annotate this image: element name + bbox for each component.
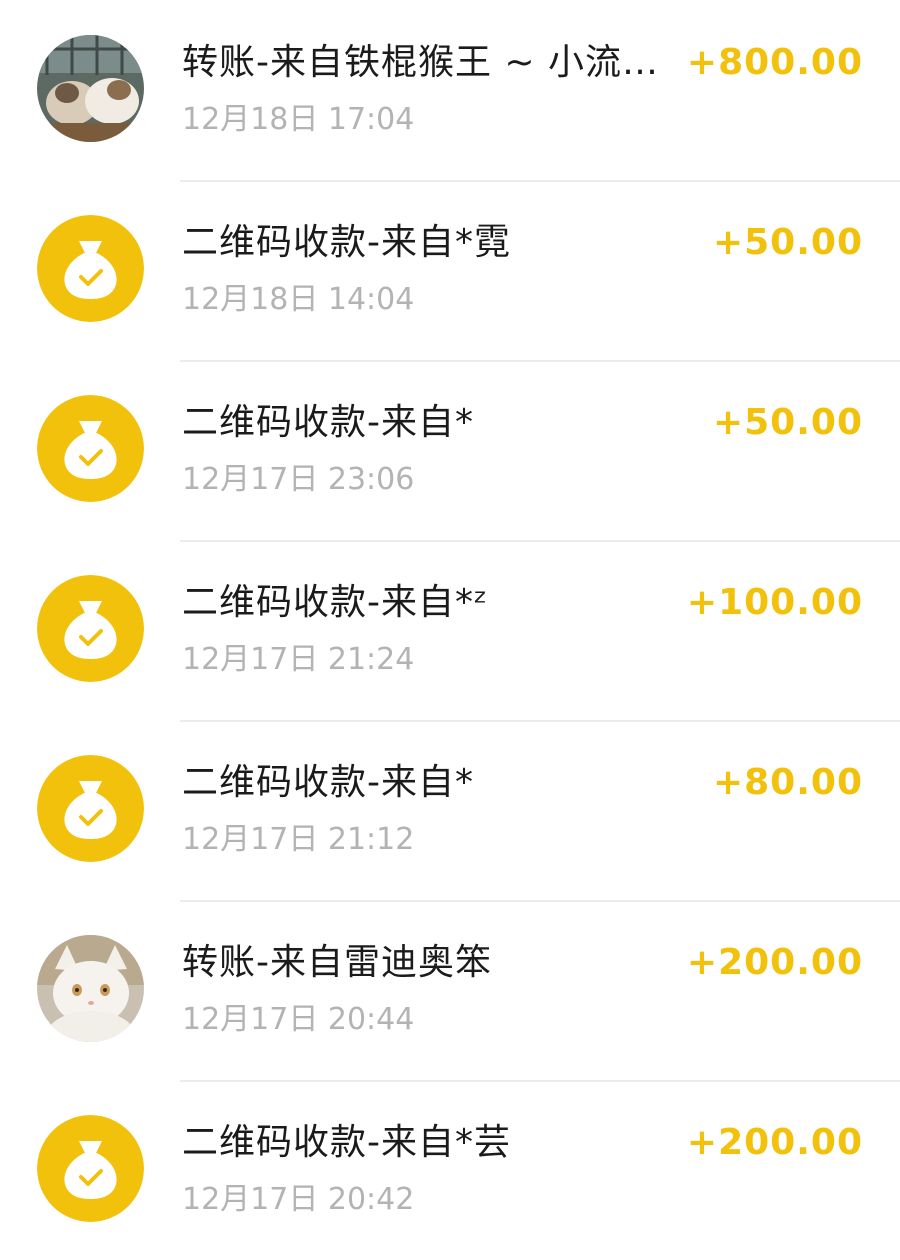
transaction-list: 转账-来自铁棍猴王 ~ 小流… 12月18日 17:04 +800.00 二维码… bbox=[0, 0, 900, 1235]
transaction-title: 二维码收款-来自*ᶻ bbox=[182, 582, 489, 623]
money-bag-check-icon bbox=[37, 575, 144, 682]
transaction-amount: +200.00 bbox=[686, 1122, 863, 1163]
transaction-time: 12月17日 21:24 bbox=[182, 642, 415, 677]
transaction-amount: +100.00 bbox=[686, 582, 863, 623]
money-bag-check-icon bbox=[37, 755, 144, 862]
cat-photo-avatar bbox=[37, 35, 144, 142]
transaction-time: 12月17日 23:06 bbox=[182, 462, 415, 497]
transaction-amount: +50.00 bbox=[712, 402, 863, 443]
money-bag-check-icon bbox=[37, 1115, 144, 1222]
transaction-time: 12月17日 21:12 bbox=[182, 822, 415, 857]
transaction-title: 二维码收款-来自* bbox=[182, 402, 474, 443]
transaction-title: 二维码收款-来自* bbox=[182, 762, 474, 803]
transaction-title: 转账-来自铁棍猴王 ~ 小流… bbox=[182, 42, 660, 83]
transaction-row[interactable]: 转账-来自雷迪奥笨 12月17日 20:44 +200.00 bbox=[0, 900, 900, 1082]
transaction-row[interactable]: 二维码收款-来自*ᶻ 12月17日 21:24 +100.00 bbox=[0, 540, 900, 722]
transaction-row[interactable]: 二维码收款-来自* 12月17日 23:06 +50.00 bbox=[0, 360, 900, 542]
transaction-row[interactable]: 二维码收款-来自*霓 12月18日 14:04 +50.00 bbox=[0, 180, 900, 362]
white-cat-photo-avatar bbox=[37, 935, 144, 1042]
transaction-row[interactable]: 二维码收款-来自*芸 12月17日 20:42 +200.00 bbox=[0, 1080, 900, 1260]
transaction-amount: +200.00 bbox=[686, 942, 863, 983]
transaction-time: 12月17日 20:44 bbox=[182, 1002, 415, 1037]
transaction-row[interactable]: 二维码收款-来自* 12月17日 21:12 +80.00 bbox=[0, 720, 900, 902]
transaction-time: 12月18日 14:04 bbox=[182, 282, 415, 317]
transaction-row[interactable]: 转账-来自铁棍猴王 ~ 小流… 12月18日 17:04 +800.00 bbox=[0, 0, 900, 182]
money-bag-check-icon bbox=[37, 215, 144, 322]
transaction-amount: +80.00 bbox=[712, 762, 863, 803]
transaction-amount: +50.00 bbox=[712, 222, 863, 263]
money-bag-check-icon bbox=[37, 395, 144, 502]
transaction-title: 二维码收款-来自*芸 bbox=[182, 1122, 511, 1163]
transaction-title: 转账-来自雷迪奥笨 bbox=[182, 942, 492, 983]
transaction-time: 12月17日 20:42 bbox=[182, 1182, 415, 1217]
transaction-title: 二维码收款-来自*霓 bbox=[182, 222, 511, 263]
transaction-time: 12月18日 17:04 bbox=[182, 102, 415, 137]
transaction-amount: +800.00 bbox=[686, 42, 863, 83]
